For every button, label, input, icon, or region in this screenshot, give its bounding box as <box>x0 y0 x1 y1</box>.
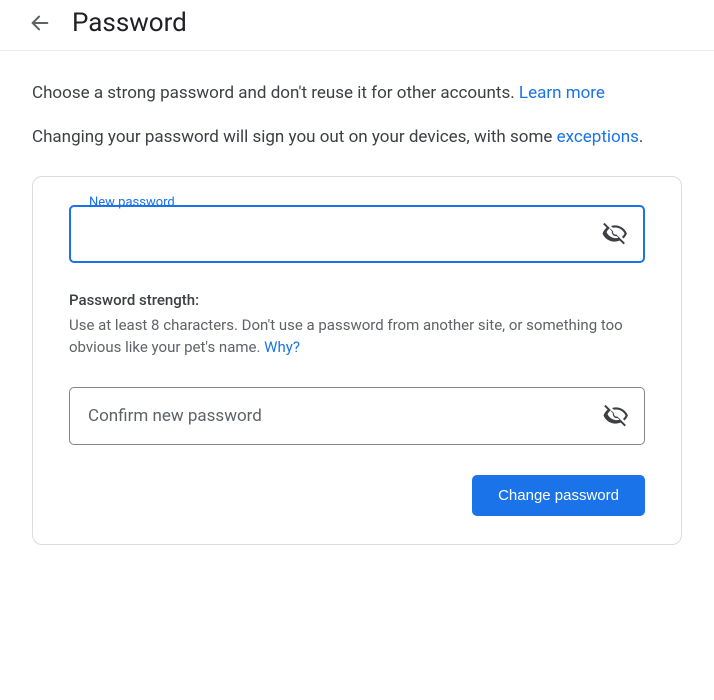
strength-help-text: Use at least 8 characters. Don't use a p… <box>69 316 623 356</box>
intro-text-2: Changing your password will sign you out… <box>32 127 557 147</box>
form-actions: Change password <box>69 475 645 516</box>
change-password-button[interactable]: Change password <box>472 475 645 516</box>
intro-text-2-suffix: . <box>639 127 643 147</box>
password-strength-title: Password strength: <box>69 291 645 309</box>
back-button[interactable] <box>28 11 52 35</box>
page-title: Password <box>72 8 187 38</box>
why-link[interactable]: Why? <box>264 338 300 356</box>
eye-off-icon <box>602 221 628 247</box>
password-strength-help: Use at least 8 characters. Don't use a p… <box>69 315 645 359</box>
intro-line-1: Choose a strong password and don't reuse… <box>32 81 682 107</box>
page-header: Password <box>0 0 714 51</box>
toggle-new-password-visibility[interactable] <box>601 220 629 248</box>
confirm-password-outline: Confirm new password <box>69 387 645 445</box>
intro-line-2: Changing your password will sign you out… <box>32 125 682 151</box>
intro-text-1: Choose a strong password and don't reuse… <box>32 83 519 103</box>
confirm-password-field-wrap: Confirm new password <box>69 387 645 445</box>
toggle-confirm-password-visibility[interactable] <box>602 402 630 430</box>
content-area: Choose a strong password and don't reuse… <box>0 51 714 565</box>
new-password-outline <box>69 205 645 263</box>
eye-off-icon <box>603 403 629 429</box>
password-card: New password Password strength: Use at l… <box>32 176 682 545</box>
confirm-password-input[interactable] <box>88 388 602 444</box>
learn-more-link[interactable]: Learn more <box>519 83 605 103</box>
arrow-left-icon <box>29 12 51 34</box>
new-password-input[interactable] <box>89 207 601 261</box>
exceptions-link[interactable]: excep­tions <box>557 127 639 147</box>
new-password-field-wrap: New password <box>69 205 645 263</box>
